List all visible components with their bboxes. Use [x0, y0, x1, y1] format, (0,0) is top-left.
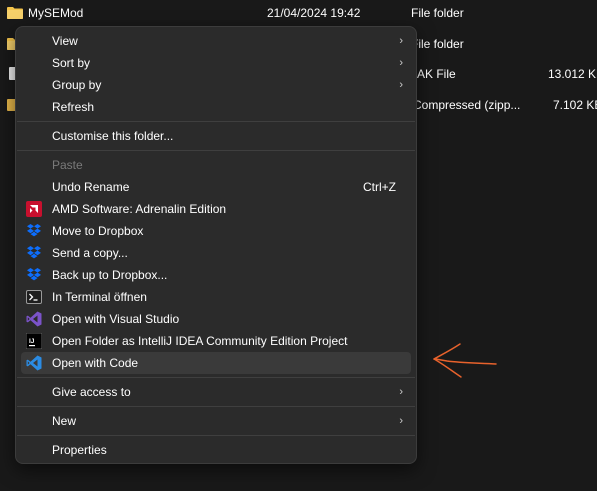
menu-item-label: In Terminal öffnen [52, 290, 147, 304]
menu-item-undo-rename[interactable]: Undo Rename Ctrl+Z [21, 176, 411, 198]
chevron-right-icon: › [399, 386, 403, 398]
file-name: MySEMod [28, 6, 84, 20]
file-row-mysemod[interactable]: MySEMod 21/04/2024 19:42 File folder [0, 0, 597, 26]
shortcut-label: Ctrl+Z [363, 180, 396, 194]
menu-item-label: Open with Visual Studio [52, 312, 180, 326]
menu-item-paste: Paste [21, 154, 411, 176]
file-type: File folder [411, 37, 464, 51]
menu-item-visual-studio[interactable]: Open with Visual Studio [21, 308, 411, 330]
menu-item-sort-by[interactable]: Sort by › [21, 52, 411, 74]
svg-text:IJ: IJ [29, 338, 35, 345]
menu-item-label: View [52, 34, 78, 48]
chevron-right-icon: › [399, 35, 403, 47]
menu-item-label: Open with Code [52, 356, 139, 370]
menu-separator [17, 150, 415, 151]
file-size: 7.102 KB [553, 98, 597, 112]
menu-separator [17, 435, 415, 436]
dropbox-icon [27, 268, 41, 281]
intellij-icon: IJ [26, 333, 42, 349]
visual-studio-icon [26, 311, 42, 327]
menu-item-properties[interactable]: Properties [21, 439, 411, 461]
chevron-right-icon: › [399, 57, 403, 69]
menu-item-amd-software[interactable]: AMD Software: Adrenalin Edition [21, 198, 411, 220]
menu-item-back-up-dropbox[interactable]: Back up to Dropbox... [21, 264, 411, 286]
menu-item-label: Move to Dropbox [52, 224, 144, 238]
menu-separator [17, 121, 415, 122]
menu-item-label: AMD Software: Adrenalin Edition [52, 202, 227, 216]
menu-item-view[interactable]: View › [21, 30, 411, 52]
menu-item-label: Send a copy... [52, 246, 128, 260]
menu-item-intellij[interactable]: IJ Open Folder as IntelliJ IDEA Communit… [21, 330, 411, 352]
menu-item-terminal[interactable]: In Terminal öffnen [21, 286, 411, 308]
file-type: File folder [411, 6, 464, 20]
menu-item-label: Back up to Dropbox... [52, 268, 168, 282]
vscode-icon [26, 355, 42, 371]
dropbox-icon [27, 224, 41, 237]
menu-item-label: Group by [52, 78, 102, 92]
menu-item-label: Paste [52, 158, 83, 172]
menu-item-move-to-dropbox[interactable]: Move to Dropbox [21, 220, 411, 242]
file-date: 21/04/2024 19:42 [267, 6, 361, 20]
menu-item-new[interactable]: New › [21, 410, 411, 432]
menu-item-give-access[interactable]: Give access to › [21, 381, 411, 403]
context-menu: View › Sort by › Group by › Refresh Cust… [15, 26, 417, 464]
menu-item-label: Open Folder as IntelliJ IDEA Community E… [52, 334, 348, 348]
file-size: 13.012 KB [548, 67, 597, 81]
menu-item-label: Undo Rename [52, 180, 130, 194]
menu-item-label: Properties [52, 443, 107, 457]
folder-icon [7, 7, 23, 19]
file-type: Compressed (zipp... [413, 98, 521, 112]
menu-item-label: Give access to [52, 385, 131, 399]
menu-item-label: Refresh [52, 100, 95, 114]
menu-item-open-with-code[interactable]: Open with Code [21, 352, 411, 374]
menu-separator [17, 377, 415, 378]
chevron-right-icon: › [399, 79, 403, 91]
menu-item-label: Customise this folder... [52, 129, 174, 143]
menu-item-customise-folder[interactable]: Customise this folder... [21, 125, 411, 147]
menu-item-label: New [52, 414, 77, 428]
menu-item-send-copy[interactable]: Send a copy... [21, 242, 411, 264]
menu-item-group-by[interactable]: Group by › [21, 74, 411, 96]
amd-icon [26, 201, 42, 217]
menu-item-refresh[interactable]: Refresh [21, 96, 411, 118]
file-type: AK File [417, 67, 456, 81]
terminal-icon [26, 290, 42, 304]
dropbox-icon [27, 246, 41, 259]
chevron-right-icon: › [399, 415, 403, 427]
menu-separator [17, 406, 415, 407]
menu-item-label: Sort by [52, 56, 91, 70]
